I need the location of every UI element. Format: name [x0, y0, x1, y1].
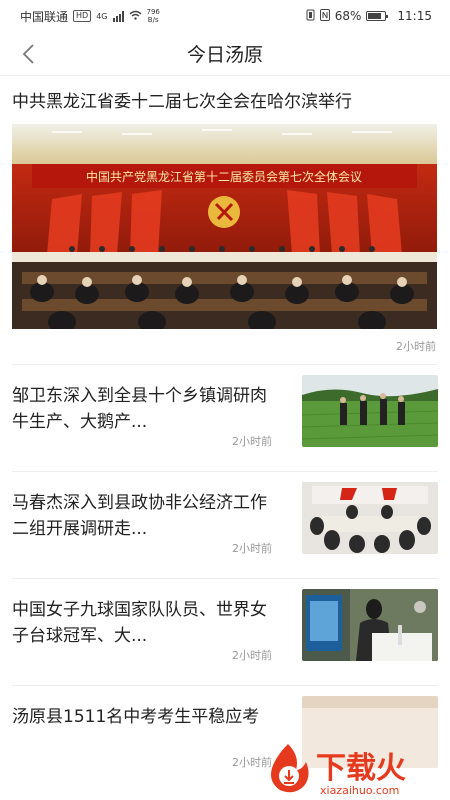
news-thumbnail [302, 482, 438, 554]
news-thumbnail [302, 589, 438, 661]
news-item[interactable]: 马春杰深入到县政协非公经济工作二组开展调研走... 2小时前 [12, 472, 438, 579]
clock: 11:15 [397, 9, 432, 23]
headline-title: 中共黑龙江省委十二届七次全会在哈尔滨举行 [12, 92, 352, 112]
status-bar: 中国联通 HD 4G 796 B/s 68% 11:15 [0, 0, 450, 32]
signal-icon [112, 10, 124, 22]
headline-image: 中国共产党黑龙江省第十二届委员会第七次全体会议 [12, 124, 437, 329]
net-speed: 796 B/s [147, 8, 160, 24]
watermark-brand: 下载火 [316, 751, 406, 786]
network-type: 4G [96, 11, 108, 21]
news-time: 2小时前 [232, 542, 272, 555]
nfc-icon [319, 8, 330, 24]
chevron-left-icon [22, 44, 34, 64]
banner-text: 中国共产党黑龙江省第十二届委员会第七次全体会议 [86, 169, 362, 184]
headline-news-item[interactable]: 中共黑龙江省委十二届七次全会在哈尔滨举行 中国共产党黑龙江省第十二届委员会第七次… [0, 76, 450, 364]
news-title: 马春杰深入到县政协非公经济工作二组开展调研走... [12, 493, 267, 539]
battery-percent: 68% [334, 9, 362, 23]
news-title: 中国女子九球国家队队员、世界女子台球冠军、大... [12, 600, 267, 646]
watermark-logo: 下载火 xiazaihuo.com [258, 740, 448, 798]
news-time: 2小时前 [232, 435, 272, 448]
news-item[interactable]: 中国女子九球国家队队员、世界女子台球冠军、大... 2小时前 [12, 579, 438, 686]
hd-badge: HD [73, 10, 92, 22]
net-speed-value: 796 [146, 8, 160, 16]
wifi-icon [129, 9, 142, 23]
nav-bar: 今日汤原 [0, 32, 450, 76]
battery-icon [366, 11, 389, 21]
news-time: 2小时前 [232, 649, 272, 662]
watermark-domain: xiazaihuo.com [320, 784, 399, 797]
back-button[interactable] [14, 40, 42, 68]
news-thumbnail [302, 375, 438, 447]
carrier-label: 中国联通 [20, 9, 69, 24]
vibrate-icon [306, 9, 315, 24]
net-speed-unit: B/s [147, 16, 159, 24]
page-title: 今日汤原 [186, 44, 263, 66]
news-item[interactable]: 邹卫东深入到全县十个乡镇调研肉牛生产、大鹅产... 2小时前 [12, 365, 438, 472]
news-title: 邹卫东深入到全县十个乡镇调研肉牛生产、大鹅产... [12, 386, 267, 432]
headline-time: 2小时前 [396, 340, 436, 353]
news-title: 汤原县1511名中考考生平稳应考 [12, 707, 260, 727]
news-feed[interactable]: 中共黑龙江省委十二届七次全会在哈尔滨举行 中国共产党黑龙江省第十二届委员会第七次… [0, 76, 450, 793]
